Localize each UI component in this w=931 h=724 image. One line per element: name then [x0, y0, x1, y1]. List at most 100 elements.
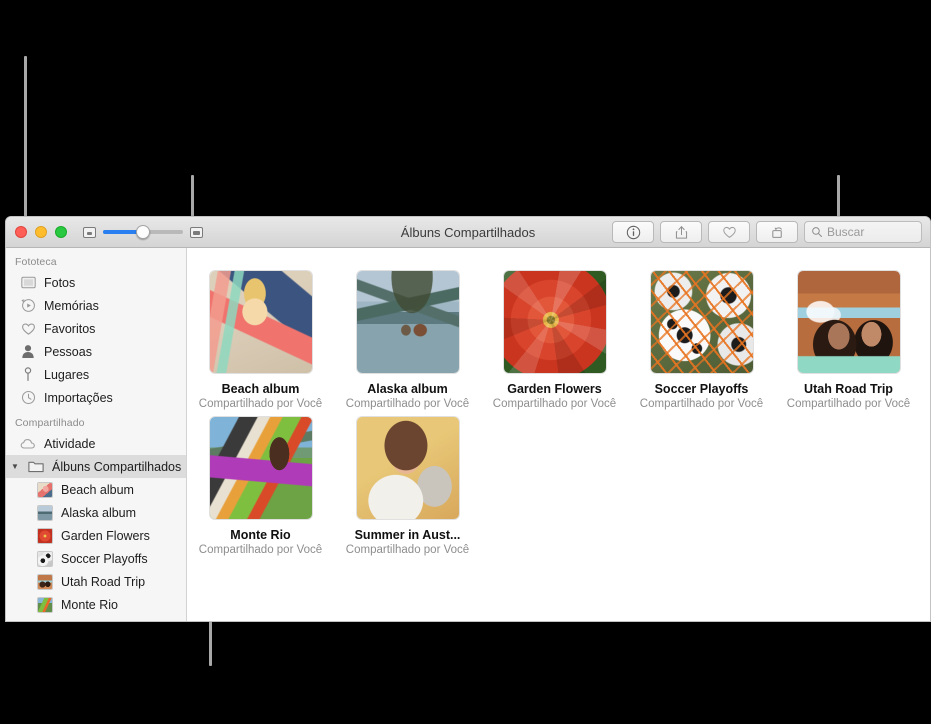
- window-controls: [6, 226, 67, 238]
- zoom-slider-knob[interactable]: [136, 225, 150, 239]
- sidebar-item-lugares[interactable]: Lugares: [6, 363, 186, 386]
- close-window-button[interactable]: [15, 226, 27, 238]
- pin-icon: [20, 367, 36, 383]
- sidebar-item-label: Favoritos: [44, 321, 96, 336]
- sidebar-section-label-shared: Compartilhado: [15, 417, 85, 429]
- share-button[interactable]: [660, 221, 702, 243]
- album-thumbnail: [37, 596, 53, 613]
- sidebar-item-label: Álbuns Compartilhados: [52, 459, 182, 474]
- album-thumbnail: [37, 573, 53, 590]
- album-cell-beach[interactable]: Beach album Compartilhado por Você: [187, 270, 334, 410]
- sidebar-album-beach[interactable]: Beach album: [6, 478, 186, 501]
- screenshot-stage: Álbuns Compartilhados Buscar Fototeca Fo…: [0, 0, 931, 724]
- sidebar-section-label-library: Fototeca: [15, 256, 57, 268]
- sidebar-album-label: Soccer Playoffs: [61, 551, 148, 566]
- heart-icon: [722, 226, 736, 238]
- thumbnail-zoom-slider[interactable]: [83, 225, 203, 239]
- sidebar-item-label: Lugares: [44, 367, 90, 382]
- favorite-button[interactable]: [708, 221, 750, 243]
- search-input[interactable]: Buscar: [804, 221, 922, 243]
- album-cell-soccer-playoffs[interactable]: Soccer Playoffs Compartilhado por Você: [628, 270, 775, 410]
- album-cell-utah-road-trip[interactable]: Utah Road Trip Compartilhado por Você: [775, 270, 922, 410]
- sidebar-album-label: Utah Road Trip: [61, 574, 146, 589]
- person-icon: [20, 344, 36, 360]
- sidebar-album-label: Beach album: [61, 482, 134, 497]
- sidebar-item-label: Pessoas: [44, 344, 92, 359]
- album-thumbnail: [37, 550, 53, 567]
- shared-albums-grid: Beach album Compartilhado por Você Alask…: [187, 248, 930, 621]
- minimize-window-button[interactable]: [35, 226, 47, 238]
- sidebar-album-soccer-playoffs[interactable]: Soccer Playoffs: [6, 547, 186, 570]
- window-titlebar: Álbuns Compartilhados Buscar: [6, 217, 930, 248]
- info-button[interactable]: [612, 221, 654, 243]
- album-thumbnail: [37, 504, 53, 521]
- album-title: Utah Road Trip: [804, 382, 893, 396]
- sidebar-item-label: Fotos: [44, 275, 76, 290]
- large-thumbnail-icon[interactable]: [190, 226, 203, 238]
- heart-icon: [20, 321, 36, 337]
- zoom-slider-track[interactable]: [103, 225, 183, 239]
- album-thumbnail[interactable]: [355, 416, 460, 520]
- sidebar-item-albuns-compartilhados[interactable]: ▼ Álbuns Compartilhados: [6, 455, 186, 478]
- sidebar-album-label: Alaska album: [61, 505, 137, 520]
- sidebar-album-label: Monte Rio: [61, 597, 118, 612]
- grid-row: Monte Rio Compartilhado por Você Summer …: [187, 416, 930, 562]
- album-thumbnail: [37, 527, 53, 544]
- album-thumbnail[interactable]: [355, 270, 460, 374]
- album-title: Soccer Playoffs: [654, 382, 749, 396]
- rotate-icon: [771, 226, 782, 238]
- album-thumbnail[interactable]: [208, 416, 313, 520]
- album-title: Summer in Aust...: [354, 528, 461, 542]
- album-cell-summer-in-australia[interactable]: Summer in Aust... Compartilhado por Você: [334, 416, 481, 556]
- sidebar-item-favoritos[interactable]: Favoritos: [6, 317, 186, 340]
- rotate-button[interactable]: [756, 221, 798, 243]
- album-title: Alaska album: [367, 382, 448, 396]
- album-subtitle: Compartilhado por Você: [786, 398, 911, 410]
- album-thumbnail[interactable]: [796, 270, 901, 374]
- sidebar-item-label: Atividade: [44, 436, 96, 451]
- window-body: Fototeca Fotos Memórias Favoritos Pessoa…: [6, 248, 930, 621]
- sidebar-album-alaska[interactable]: Alaska album: [6, 501, 186, 524]
- info-icon: [626, 225, 640, 239]
- clock-icon: [20, 390, 36, 406]
- album-subtitle: Compartilhado por Você: [492, 398, 617, 410]
- photos-window: Álbuns Compartilhados Buscar Fototeca Fo…: [5, 216, 931, 622]
- album-thumbnail[interactable]: [208, 270, 313, 374]
- search-placeholder: Buscar: [827, 225, 865, 239]
- album-thumbnail: [37, 481, 53, 498]
- album-subtitle: Compartilhado por Você: [198, 544, 323, 556]
- sidebar-item-fotos[interactable]: Fotos: [6, 271, 186, 294]
- album-subtitle: Compartilhado por Você: [198, 398, 323, 410]
- sidebar-album-garden-flowers[interactable]: Garden Flowers: [6, 524, 186, 547]
- album-cell-alaska[interactable]: Alaska album Compartilhado por Você: [334, 270, 481, 410]
- maximize-window-button[interactable]: [55, 226, 67, 238]
- toolbar-right-cluster: Buscar: [612, 221, 922, 243]
- search-icon: [812, 227, 822, 237]
- album-cell-monte-rio[interactable]: Monte Rio Compartilhado por Você: [187, 416, 334, 556]
- sidebar-item-label: Memórias: [44, 298, 99, 313]
- sidebar: Fototeca Fotos Memórias Favoritos Pessoa…: [6, 248, 187, 621]
- album-cell-garden-flowers[interactable]: Garden Flowers Compartilhado por Você: [481, 270, 628, 410]
- memories-icon: [20, 298, 36, 314]
- chevron-down-icon[interactable]: ▼: [11, 462, 20, 471]
- sidebar-item-pessoas[interactable]: Pessoas: [6, 340, 186, 363]
- sidebar-shared-album-list: Beach album Alaska album Garden Flowers: [6, 478, 186, 616]
- album-subtitle: Compartilhado por Você: [345, 544, 470, 556]
- sidebar-album-utah-road-trip[interactable]: Utah Road Trip: [6, 570, 186, 593]
- grid-row: Beach album Compartilhado por Você Alask…: [187, 270, 930, 416]
- album-subtitle: Compartilhado por Você: [345, 398, 470, 410]
- sidebar-item-memorias[interactable]: Memórias: [6, 294, 186, 317]
- album-title: Beach album: [221, 382, 300, 396]
- folder-icon: [28, 459, 44, 475]
- share-icon: [675, 225, 687, 239]
- album-thumbnail[interactable]: [649, 270, 754, 374]
- sidebar-album-monte-rio[interactable]: Monte Rio: [6, 593, 186, 616]
- photos-icon: [20, 275, 36, 291]
- album-subtitle: Compartilhado por Você: [639, 398, 764, 410]
- sidebar-item-importacoes[interactable]: Importações: [6, 386, 186, 409]
- sidebar-item-label: Importações: [44, 390, 113, 405]
- sidebar-item-atividade[interactable]: Atividade: [6, 432, 186, 455]
- album-thumbnail[interactable]: [502, 270, 607, 374]
- small-thumbnail-icon[interactable]: [83, 226, 96, 238]
- album-title: Monte Rio: [230, 528, 291, 542]
